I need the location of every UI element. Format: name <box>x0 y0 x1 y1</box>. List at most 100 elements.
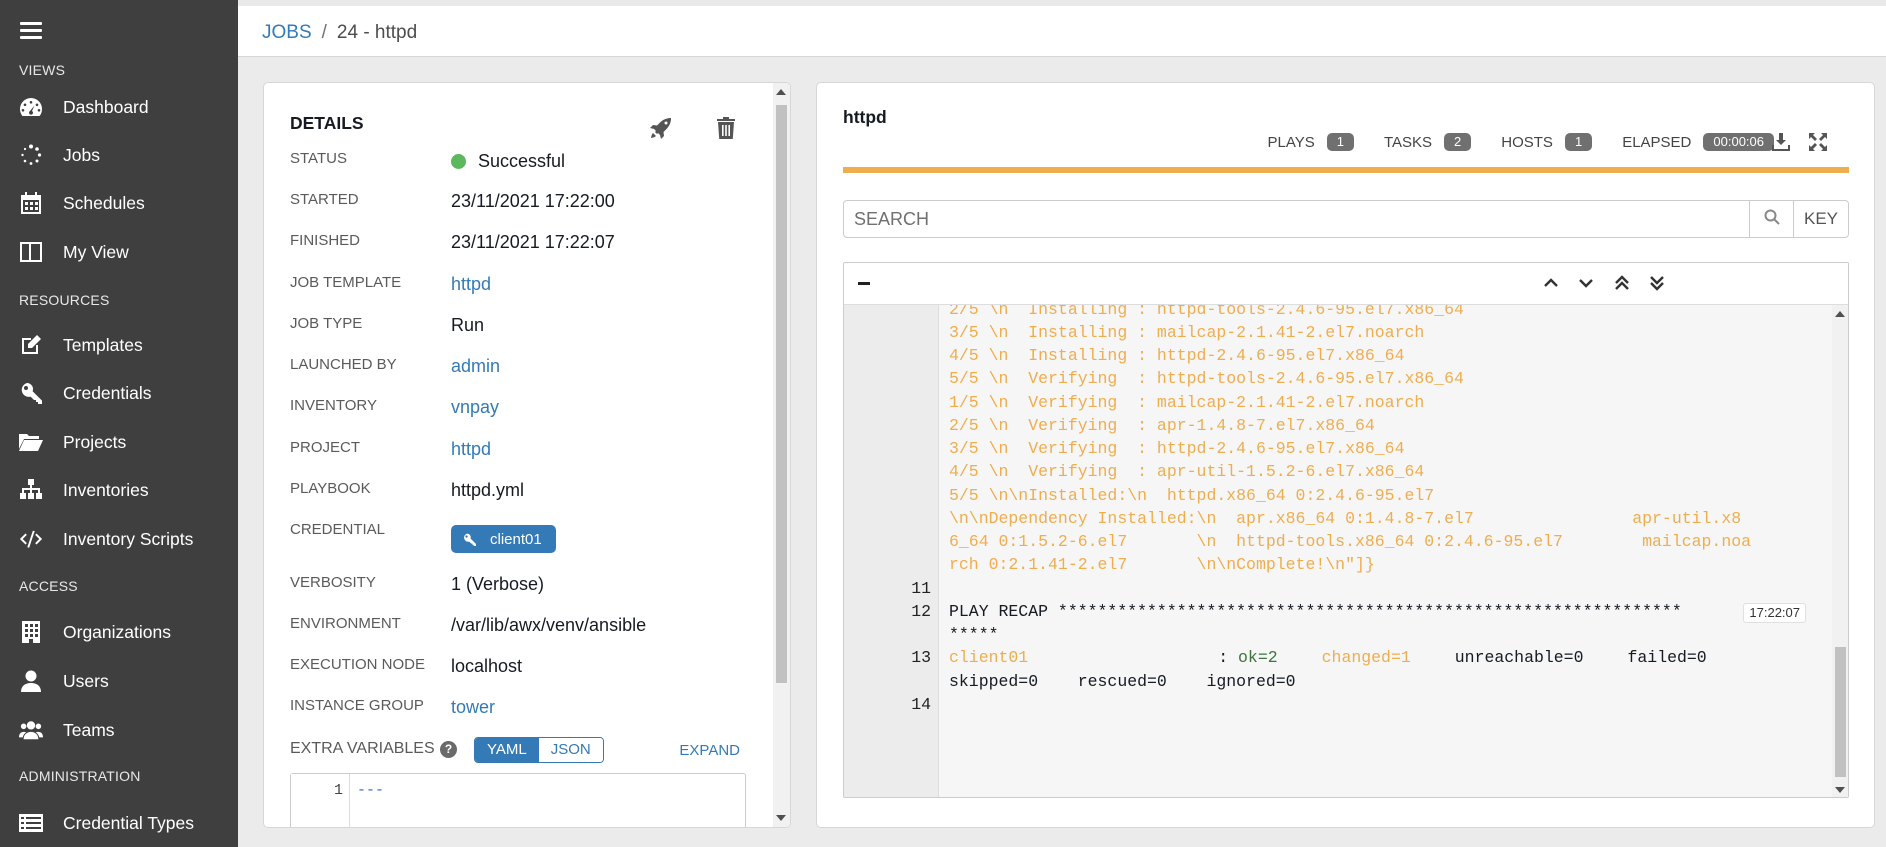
sidebar-item-label: My View <box>63 241 129 262</box>
scroll-to-top-icon[interactable] <box>1613 274 1635 296</box>
extra-variables-editor[interactable]: 1 --- <box>290 773 746 827</box>
search-box: KEY <box>843 200 1849 238</box>
sidebar-item-users[interactable]: Users <box>0 661 238 701</box>
sidebar-item-organizations[interactable]: Organizations <box>0 612 238 652</box>
delete-trash-icon[interactable] <box>717 117 739 139</box>
chevron-up-icon[interactable] <box>1542 274 1564 296</box>
scroll-down-arrow-icon[interactable] <box>1835 787 1845 793</box>
chevron-down-icon[interactable] <box>1577 274 1599 296</box>
elapsed-time-badge: 00:00:06 <box>1703 133 1774 151</box>
relaunch-rocket-icon[interactable] <box>650 117 672 139</box>
format-toggle: YAML JSON <box>474 737 604 763</box>
scroll-down-arrow-icon[interactable] <box>776 815 786 821</box>
sidebar-item-dashboard[interactable]: Dashboard <box>0 87 238 127</box>
sidebar-item-label: Organizations <box>63 621 171 642</box>
sidebar-item-label: Users <box>63 670 109 691</box>
sidebar-item-teams[interactable]: Teams <box>0 710 238 750</box>
credential-label: CREDENTIAL <box>290 521 386 538</box>
edit-icon <box>19 333 43 357</box>
launched-by-link[interactable]: admin <box>451 356 500 377</box>
sidebar-item-label: Projects <box>63 431 127 452</box>
sidebar-item-projects[interactable]: Projects <box>0 422 238 462</box>
sidebar-item-label: Dashboard <box>63 96 149 117</box>
recap-failed: failed=0 <box>1627 648 1707 667</box>
sidebar-item-inventories[interactable]: Inventories <box>0 470 238 510</box>
help-question-icon[interactable]: ? <box>440 741 457 758</box>
hamburger-menu-icon[interactable] <box>20 22 42 40</box>
verbosity-label: VERBOSITY <box>290 574 376 591</box>
elapsed-label: ELAPSED <box>1622 133 1692 151</box>
sidebar-item-my-view[interactable]: My View <box>0 232 238 272</box>
verbosity-value: 1 (Verbose) <box>451 574 545 594</box>
sidebar-item-jobs[interactable]: Jobs <box>0 135 238 175</box>
started-value: 23/11/2021 17:22:00 <box>451 191 615 211</box>
environment-value: /var/lib/awx/venv/ansible <box>451 615 647 635</box>
nav-section-access: ACCESS <box>19 578 78 594</box>
recap-timestamp: 17:22:07 <box>1743 603 1806 623</box>
sidebar-item-label: Credentials <box>63 382 152 403</box>
breadcrumb-jobs-link[interactable]: JOBS <box>262 22 312 43</box>
inventory-link[interactable]: vnpay <box>451 397 499 418</box>
scroll-up-arrow-icon[interactable] <box>776 89 786 95</box>
credential-badge[interactable]: client01 <box>451 525 556 553</box>
job-template-label: JOB TEMPLATE <box>290 274 402 291</box>
collapse-all-icon[interactable] <box>858 282 870 285</box>
sidebar-item-credentials[interactable]: Credentials <box>0 373 238 413</box>
output-panel: httpd PLAYS 1 TASKS 2 HOSTS 1 ELAPSED 00… <box>816 82 1875 828</box>
list-icon <box>19 811 43 835</box>
json-toggle-button[interactable]: JSON <box>538 738 603 762</box>
tasks-count-badge: 2 <box>1444 133 1472 151</box>
code-icon <box>19 527 43 551</box>
scroll-to-bottom-icon[interactable] <box>1648 274 1670 296</box>
editor-gutter: 1 <box>291 774 350 827</box>
key-button[interactable]: KEY <box>1793 201 1848 237</box>
tasks-label: TASKS <box>1383 133 1433 151</box>
search-button[interactable] <box>1749 201 1793 237</box>
recap-changed: changed=1 <box>1321 648 1411 667</box>
recap-ok: ok=2 <box>1238 648 1278 667</box>
calendar-icon <box>19 191 43 215</box>
log-scrollbar[interactable] <box>1832 305 1848 797</box>
sidebar-item-schedules[interactable]: Schedules <box>0 183 238 223</box>
nav-section-resources: RESOURCES <box>19 292 110 308</box>
execution-node-value: localhost <box>451 656 523 676</box>
expand-link[interactable]: EXPAND <box>679 742 740 759</box>
breadcrumb-current: 24 - httpd <box>336 22 418 43</box>
users-icon <box>19 718 43 742</box>
playbook-label: PLAYBOOK <box>290 480 371 497</box>
fullscreen-expand-icon[interactable] <box>1809 133 1831 155</box>
job-template-link[interactable]: httpd <box>451 274 491 295</box>
sidebar-item-credential-types[interactable]: Credential Types <box>0 803 238 843</box>
user-icon <box>19 669 43 693</box>
sidebar-item-label: Jobs <box>63 144 100 165</box>
plays-label: PLAYS <box>1267 133 1315 151</box>
sidebar-item-label: Inventory Scripts <box>63 528 194 549</box>
yaml-toggle-button[interactable]: YAML <box>475 738 539 762</box>
output-title: httpd <box>843 107 887 127</box>
log-line: 14 <box>911 695 931 714</box>
status-text: Successful <box>478 151 566 171</box>
details-scrollbar[interactable] <box>773 83 790 827</box>
job-type-value: Run <box>451 315 485 335</box>
sidebar-item-inventory-scripts[interactable]: Inventory Scripts <box>0 519 238 559</box>
sidebar-item-label: Schedules <box>63 192 145 213</box>
scroll-up-arrow-icon[interactable] <box>1835 311 1845 317</box>
hosts-label: HOSTS <box>1501 133 1553 151</box>
editor-code: --- <box>357 782 385 799</box>
download-icon[interactable] <box>1772 133 1794 155</box>
search-input[interactable] <box>844 201 1749 237</box>
inventory-label: INVENTORY <box>290 397 377 414</box>
key-icon <box>463 533 476 546</box>
details-title: DETAILS <box>290 113 364 133</box>
extra-variables-label: EXTRA VARIABLES <box>290 740 435 757</box>
scroll-thumb[interactable] <box>776 105 787 683</box>
sidebar-item-label: Inventories <box>63 479 149 500</box>
nav-section-views: VIEWS <box>19 62 66 78</box>
scroll-thumb[interactable] <box>1835 647 1846 777</box>
instance-group-link[interactable]: tower <box>451 697 495 718</box>
playbook-value: httpd.yml <box>451 480 525 500</box>
folder-icon <box>19 430 43 454</box>
sidebar-item-templates[interactable]: Templates <box>0 325 238 365</box>
project-link[interactable]: httpd <box>451 439 491 460</box>
environment-label: ENVIRONMENT <box>290 615 401 632</box>
